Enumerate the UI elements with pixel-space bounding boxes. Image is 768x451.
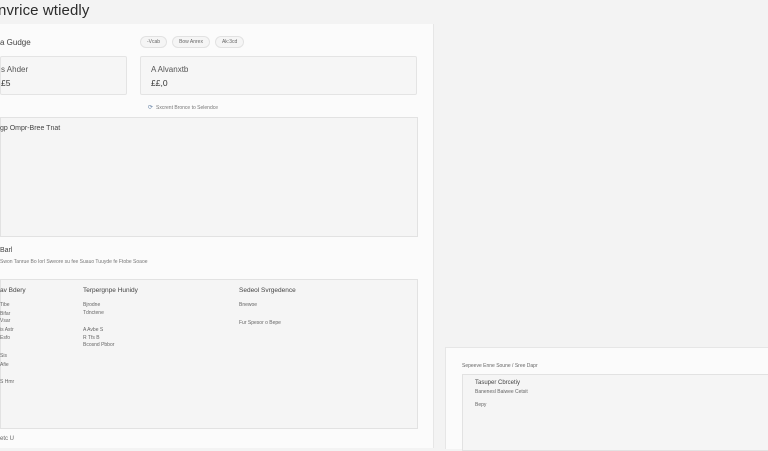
stat-card-value: £5 [1,78,11,88]
page-title: nvrice wtiedly [0,2,90,19]
chart-title: gp Ompr-Bree Tnat [0,125,61,132]
side-panel-title: Sepeeve Enne Soune / Sree Dapr [462,363,538,369]
details-column-head: Sedeol Svrgedence [239,287,296,294]
details-line: R Tfs B [83,335,100,341]
details-line: Afie [0,362,9,368]
sync-icon: ⟳ [148,105,154,111]
details-line: is Astr [0,327,14,333]
details-line: Tibe [0,302,10,308]
side-panel: Sepeeve Enne Soune / Sree Dapr Tasuper C… [445,347,768,451]
stat-card-label: s Ahder [1,65,29,74]
side-panel-heading: Tasuper Cbrcetiy [475,380,521,386]
details-column-head: av Bdery [0,287,26,294]
chart-panel [0,117,418,237]
stat-card-label: A Alvanxtb [151,65,189,74]
stat-card-value: ££,0 [151,78,168,88]
side-panel-line: Banenesl Baiwee Cetsit [475,389,528,395]
filter-pill-1[interactable]: -Vcab [140,36,168,48]
section-label: Barl [0,247,13,254]
summary-label: a Gudge [0,38,31,47]
details-line: Bcosnd Pbbor [83,342,115,348]
filter-pill-2[interactable]: Bow Anrex [172,36,210,48]
sync-note-text: Sxcrent Bronce to Selendce [156,104,219,111]
sync-note[interactable]: ⟳ Sxcrent Bronce to Selendce [148,104,219,112]
filter-pill-3[interactable]: Ak:3cd [214,36,245,48]
details-panel [0,279,418,429]
details-line: Bifar [0,311,11,317]
details-line: Tdnctene [83,310,104,316]
footer-text: etc U [0,436,15,442]
details-column-head: Terpergnpe Hunidy [83,287,138,294]
stat-card-2: A Alvanxtb ££,0 [140,56,417,95]
details-line: Sis [0,353,7,359]
details-line: Bjrodne [83,302,101,308]
filter-pills: -Vcab Bow Anrex Ak:3cd [140,36,245,48]
details-line: Bnewoe [239,302,258,308]
details-line: Fur Spesor o Bepe [239,320,281,326]
side-panel-line: Bepy [475,402,487,408]
details-line: S Hmr [0,379,15,385]
side-panel-body: Tasuper Cbrcetiy Banenesl Baiwee Cetsit … [462,374,768,451]
details-line: Esfo [0,335,11,341]
section-caption: Swon Tanrue Bo Iorl Sweore su fee Suauo … [0,259,148,265]
details-line: A Avbe S [83,327,104,333]
stat-card-1: s Ahder £5 [0,56,127,95]
details-line: Vsar [0,318,11,324]
